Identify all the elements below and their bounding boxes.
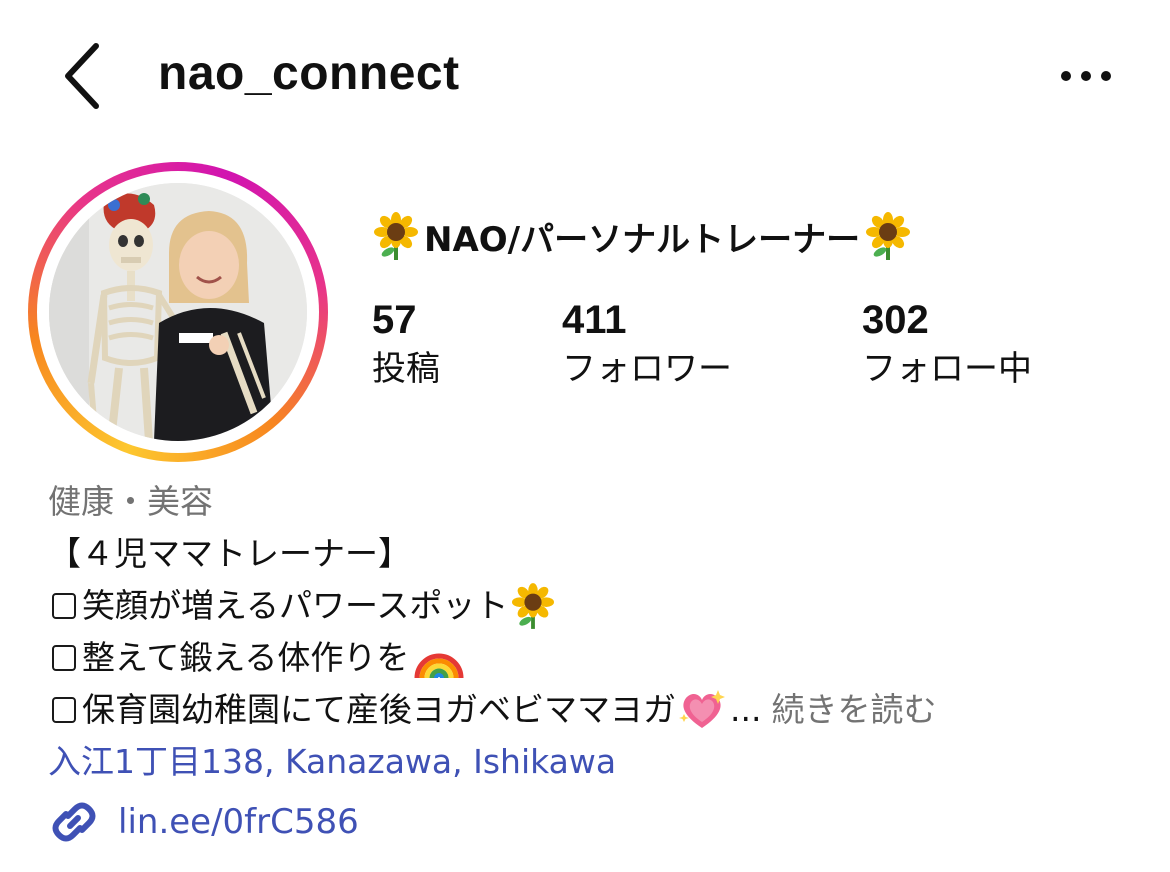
display-name-text: NAO/パーソナルトレーナー [424,219,861,260]
display-name: NAO/パーソナルトレーナー [374,208,911,264]
back-button[interactable] [52,36,122,116]
posts-label: 投稿 [372,349,440,389]
external-link[interactable]: lin.ee/0frC586 [48,794,359,850]
stat-posts[interactable]: 57 投稿 [372,294,440,394]
bio-line: 【４児ママトレーナー】 [48,528,1148,580]
more-options-button[interactable] [1056,56,1116,96]
bio: 健康・美容 【４児ママトレーナー】 笑顔が増えるパワースポット 整えて鍛える体作… [48,476,1148,788]
checkbox-glyph-icon [52,697,76,723]
external-link-text: lin.ee/0frC586 [118,802,359,842]
bio-line-text: 【４児ママトレーナー】 [48,534,411,573]
bio-line: 保育園幼稚園にて産後ヨガベビママヨガ ... 続きを読む [48,684,1148,736]
profile-username: nao_connect [158,47,460,100]
sunflower-icon [512,583,555,629]
location-link[interactable]: 入江1丁目138, Kanazawa, Ishikawa [48,736,1148,788]
checkbox-glyph-icon [52,645,76,671]
profile-category: 健康・美容 [48,482,213,521]
ellipsis-icon [1061,71,1111,81]
following-count: 302 [862,298,929,342]
read-more-link[interactable]: 続きを読む [771,684,936,736]
bio-line-text: 笑顔が増えるパワースポット [82,586,509,625]
link-icon [52,802,96,842]
chevron-left-icon [65,43,99,109]
bio-line: 笑顔が増えるパワースポット [48,580,1148,632]
bio-line-text: 整えて鍛える体作りを [82,638,410,677]
bio-line-text: 保育園幼稚園にて産後ヨガベビママヨガ [82,690,676,729]
sunflower-icon [866,212,911,260]
avatar[interactable] [49,183,307,441]
followers-count: 411 [562,298,627,342]
profile-photo [49,183,307,441]
rainbow-icon [414,653,464,679]
top-bar: nao_connect [0,0,1170,150]
bio-ellipsis: ... [730,690,762,729]
stat-following[interactable]: 302 フォロー中 [862,294,1032,394]
posts-count: 57 [372,298,417,342]
following-label: フォロー中 [862,349,1032,389]
bio-line: 整えて鍛える体作りを [48,632,1148,684]
followers-label: フォロワー [562,349,732,389]
sparkling-heart-icon [679,690,725,728]
sunflower-icon [374,212,418,260]
stat-followers[interactable]: 411 フォロワー [562,294,732,394]
checkbox-glyph-icon [52,593,76,619]
story-ring[interactable] [28,162,328,462]
